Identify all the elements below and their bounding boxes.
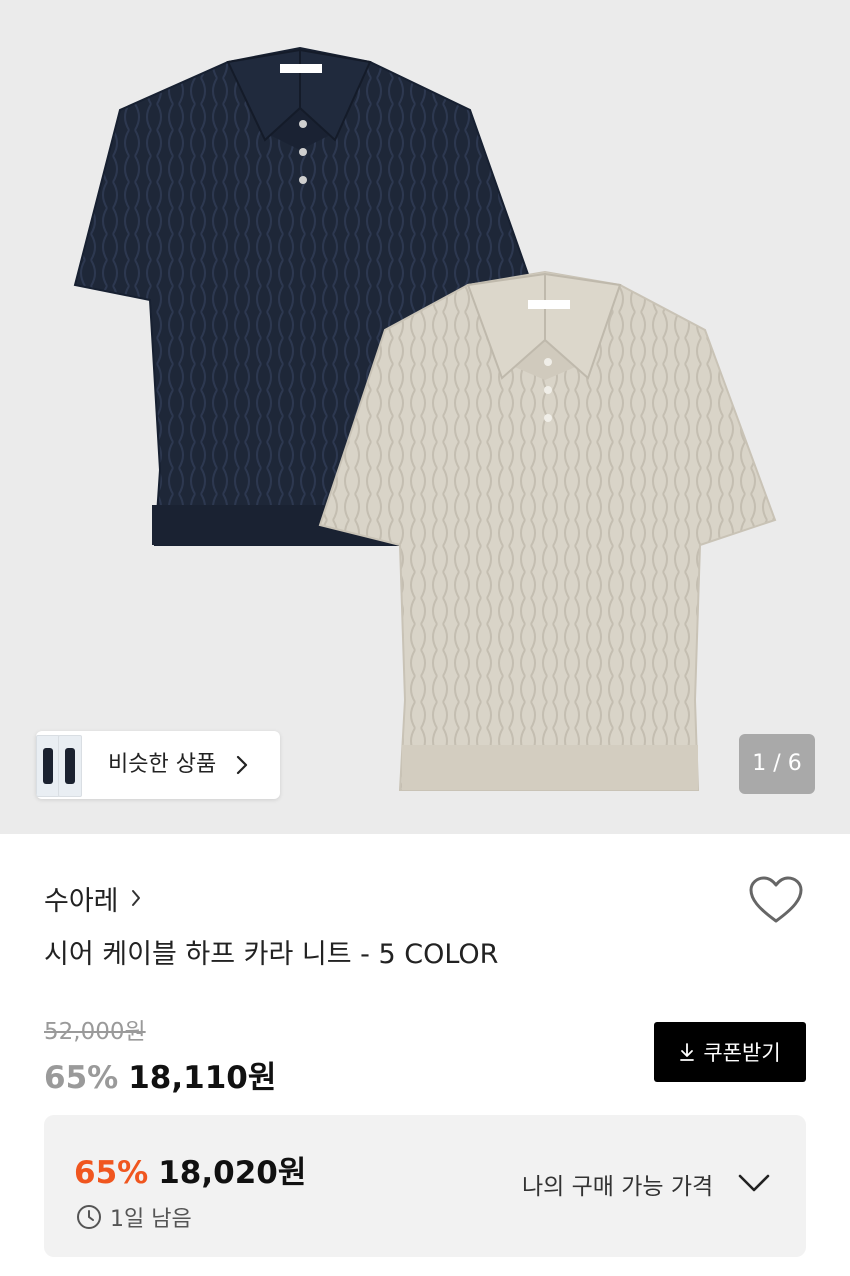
time-remaining-text: 1일 남음 [110, 1207, 192, 1232]
similar-thumbnail [36, 735, 60, 797]
beige-knit-shirt [318, 270, 777, 791]
product-image-gallery[interactable]: 비슷한 상품 1 / 6 [0, 0, 850, 834]
coupon-download-button[interactable]: 쿠폰받기 [654, 1022, 806, 1082]
price-row: 65% 18,110원 [44, 1052, 276, 1097]
chevron-right-icon [131, 890, 140, 906]
discount-rate: 65% [44, 1060, 119, 1096]
my-price-row: 65% 18,020원 [74, 1147, 306, 1192]
product-title: 시어 케이블 하프 카라 니트 - 5 COLOR [44, 939, 499, 970]
similar-products-button[interactable]: 비슷한 상품 [36, 731, 280, 799]
download-icon [680, 1043, 695, 1061]
my-discount-rate: 65% [74, 1155, 149, 1191]
similar-products-label: 비슷한 상품 [108, 752, 217, 777]
image-page-indicator: 1 / 6 [739, 734, 815, 794]
brand-name: 수아레 [44, 885, 119, 917]
my-price: 18,020원 [158, 1155, 307, 1191]
coupon-label: 쿠폰받기 [703, 1041, 781, 1065]
chevron-down-icon[interactable] [738, 1173, 770, 1193]
product-info: 수아레 시어 케이블 하프 카라 니트 - 5 COLOR 52,000원 65… [0, 834, 850, 1276]
clock-icon [77, 1205, 101, 1229]
similar-thumbnail [58, 735, 82, 797]
product-photo [73, 46, 777, 791]
sale-price: 18,110원 [128, 1060, 277, 1096]
brand-link[interactable]: 수아레 [44, 880, 141, 917]
original-price: 52,000원 [44, 1019, 146, 1045]
heart-outline-icon[interactable] [748, 876, 804, 926]
my-price-label: 나의 구매 가능 가격 [522, 1174, 714, 1200]
my-price-panel[interactable]: 65% 18,020원 1일 남음 나의 구매 가능 가격 [44, 1115, 806, 1257]
chevron-right-icon [236, 755, 248, 775]
time-remaining: 1일 남음 [76, 1201, 192, 1233]
